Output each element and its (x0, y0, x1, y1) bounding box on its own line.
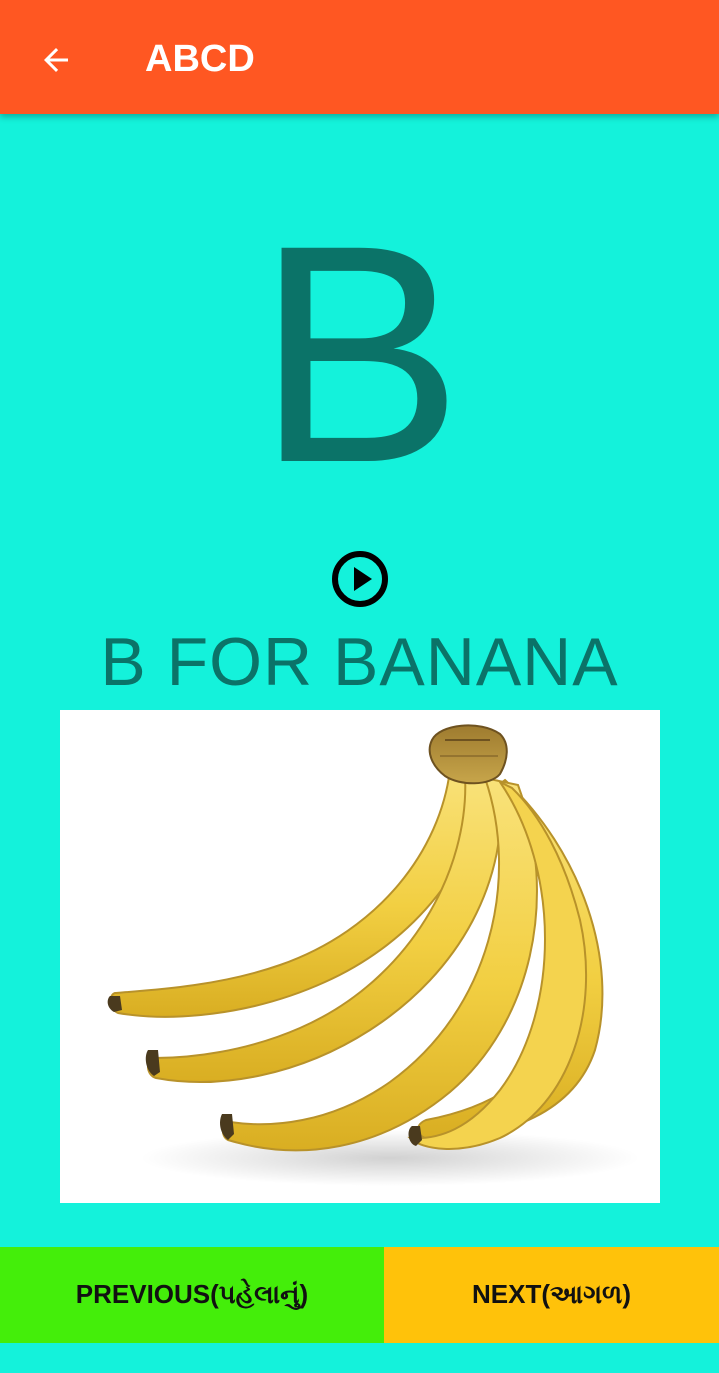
banana-image (60, 710, 660, 1203)
word-title: B FOR BANANA (100, 624, 619, 700)
next-button[interactable]: NEXT(આગળ) (384, 1247, 719, 1343)
lesson-content: B B FOR BANANA PREVIOUS(પહેલાનું) NEXT(આ… (0, 114, 719, 1373)
arrow-left-icon (44, 48, 68, 72)
banana-bunch-image (107, 724, 640, 1186)
app-bar: ABCD (0, 0, 719, 114)
big-letter: B (256, 180, 463, 527)
app-title: ABCD (145, 38, 255, 80)
previous-button[interactable]: PREVIOUS(પહેલાનું) (0, 1247, 384, 1343)
play-circle-icon (332, 551, 388, 607)
navigation-bar: PREVIOUS(પહેલાનું) NEXT(આગળ) (0, 1247, 719, 1343)
back-button[interactable] (26, 30, 86, 90)
play-sound-button[interactable] (329, 548, 391, 610)
